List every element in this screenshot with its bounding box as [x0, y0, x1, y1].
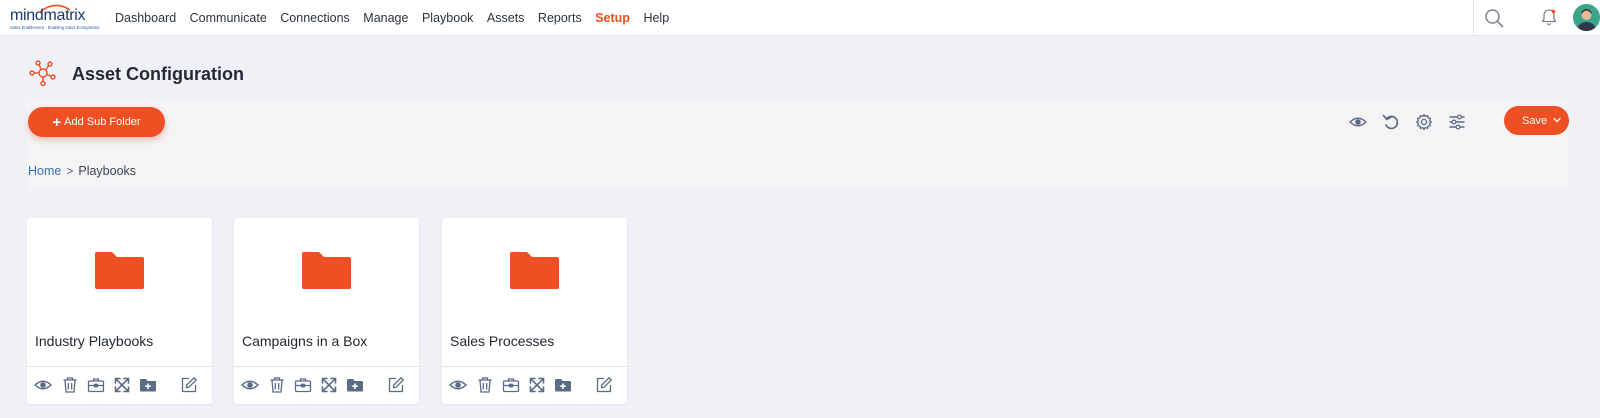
- expand-icon[interactable]: [113, 376, 131, 394]
- save-label: Save: [1522, 114, 1548, 127]
- add-sub-folder-button[interactable]: + Add Sub Folder: [28, 107, 165, 137]
- eye-icon[interactable]: [449, 376, 467, 394]
- card-actions: [27, 368, 212, 404]
- card-divider: [234, 366, 419, 367]
- add-sub-folder-label: Add Sub Folder: [64, 116, 141, 128]
- main-nav: Dashboard Communicate Connections Manage…: [115, 0, 683, 36]
- nav-reports[interactable]: Reports: [538, 11, 582, 25]
- breadcrumb-current: Playbooks: [78, 164, 137, 178]
- logo-tagline: Sales Enablement · Enabling Sales Ecosys…: [10, 25, 100, 30]
- trash-icon[interactable]: [476, 376, 494, 394]
- card-actions: [442, 368, 627, 404]
- folder-icon: [302, 252, 351, 289]
- eye-icon[interactable]: [34, 376, 52, 394]
- trash-icon[interactable]: [61, 376, 79, 394]
- toolbar-panel: + Add Sub Folder Save Home > Playbooks: [27, 101, 1569, 189]
- folder-card[interactable]: Industry Playbooks: [27, 218, 212, 404]
- breadcrumb-home[interactable]: Home: [28, 164, 61, 178]
- expand-icon[interactable]: [320, 376, 338, 394]
- edit-icon[interactable]: [387, 376, 405, 394]
- folder-plus-icon[interactable]: [346, 376, 364, 394]
- folder-plus-icon[interactable]: [554, 376, 572, 394]
- nav-help[interactable]: Help: [643, 11, 669, 25]
- folder-icon: [95, 252, 144, 289]
- folder-icon: [510, 252, 559, 289]
- page-title: Asset Configuration: [72, 64, 245, 84]
- folder-name[interactable]: Sales Processes: [450, 333, 554, 349]
- nav-dashboard[interactable]: Dashboard: [115, 11, 176, 25]
- plus-icon: +: [52, 113, 62, 131]
- edit-icon[interactable]: [180, 376, 198, 394]
- gear-icon[interactable]: [1415, 113, 1433, 131]
- sliders-icon[interactable]: [1448, 113, 1466, 131]
- nav-divider: [1473, 0, 1474, 34]
- briefcase-icon[interactable]: [502, 376, 520, 394]
- briefcase-icon[interactable]: [87, 376, 105, 394]
- folder-plus-icon[interactable]: [139, 376, 157, 394]
- eye-icon[interactable]: [241, 376, 259, 394]
- folder-card[interactable]: Sales Processes: [442, 218, 627, 404]
- nav-playbook[interactable]: Playbook: [422, 11, 473, 25]
- folder-card[interactable]: Campaigns in a Box: [234, 218, 419, 404]
- nav-manage[interactable]: Manage: [363, 11, 408, 25]
- save-button[interactable]: Save: [1504, 106, 1569, 135]
- top-navbar: mindmatrix Sales Enablement · Enabling S…: [0, 0, 1600, 36]
- expand-icon[interactable]: [528, 376, 546, 394]
- trash-icon[interactable]: [268, 376, 286, 394]
- eye-icon[interactable]: [1349, 113, 1367, 131]
- mindmatrix-logo[interactable]: mindmatrix Sales Enablement · Enabling S…: [10, 3, 100, 33]
- undo-icon[interactable]: [1382, 113, 1400, 131]
- folder-name[interactable]: Industry Playbooks: [35, 333, 153, 349]
- avatar-person-icon: [1573, 4, 1600, 31]
- logo-text: mindmatrix: [10, 7, 86, 24]
- folder-name[interactable]: Campaigns in a Box: [242, 333, 367, 349]
- search-icon[interactable]: [1484, 8, 1504, 28]
- nav-assets[interactable]: Assets: [487, 11, 525, 25]
- breadcrumb-separator: >: [66, 164, 74, 178]
- breadcrumb: Home > Playbooks: [28, 164, 136, 178]
- edit-icon[interactable]: [595, 376, 613, 394]
- bell-icon[interactable]: [1540, 8, 1558, 27]
- nav-connections[interactable]: Connections: [280, 11, 350, 25]
- briefcase-icon[interactable]: [294, 376, 312, 394]
- network-icon: [29, 60, 56, 86]
- nav-communicate[interactable]: Communicate: [190, 11, 267, 25]
- card-divider: [27, 366, 212, 367]
- user-avatar[interactable]: [1573, 4, 1600, 31]
- card-divider: [442, 366, 627, 367]
- chevron-down-icon[interactable]: [1553, 116, 1561, 124]
- card-actions: [234, 368, 419, 404]
- nav-setup[interactable]: Setup: [595, 11, 630, 25]
